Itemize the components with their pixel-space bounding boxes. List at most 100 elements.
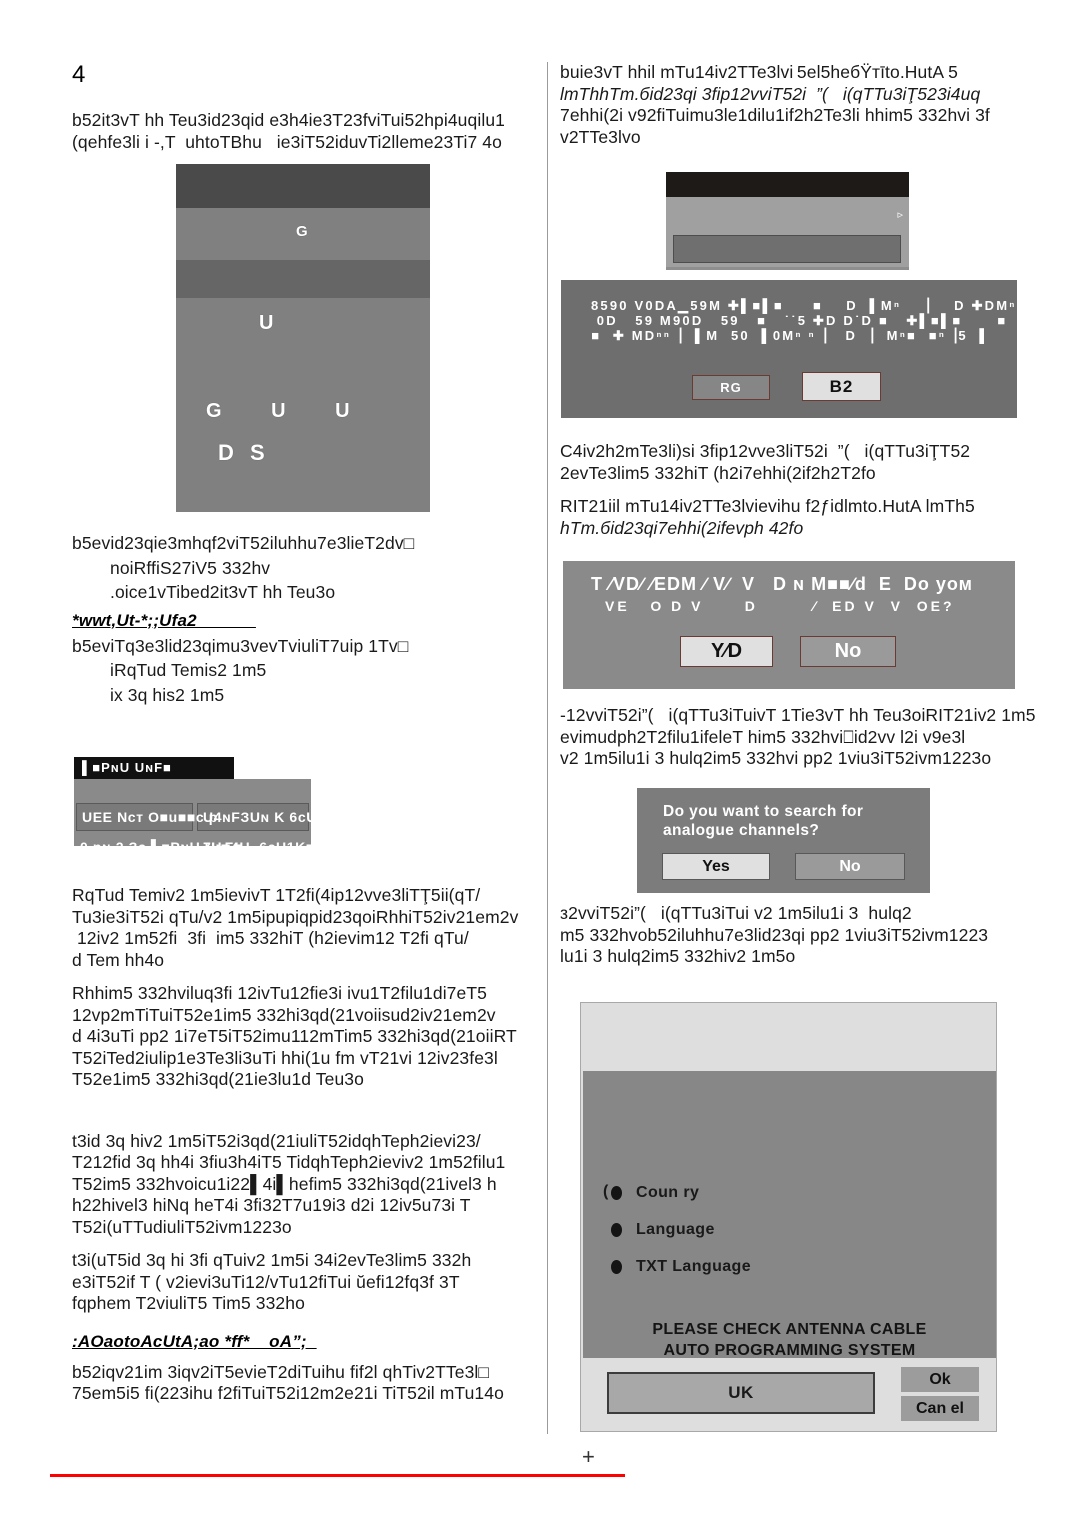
osd-menu-strip-body: UEE Nст O■u■■с р ▸ U4ɴFЗUɴ K 6сU1K■ 0 рɴ… [74,779,344,855]
red-rule [50,1474,625,1477]
osd-glyph-bottom: D S [218,440,270,465]
osd-wide-noise-line-2: 0D 59 M90D 59 ■ ˙˙5 ✚D D˙D ■ ✚▌■▌■ ■ D M [591,313,1067,328]
wizard-footer: UK Ok Can el [583,1360,996,1430]
osd-selected-row [176,260,430,298]
osd-screen-graphic: G U G U U D S [176,164,430,512]
analogue-search-yes-button[interactable]: Yes [662,853,770,880]
page-number: 4 [72,61,86,88]
osd-wide-button-left[interactable]: RG [692,375,770,400]
osd-small-titlebar [666,172,909,197]
left-para-4-line-2: 12vp2mTiTuiT52e1im5 332hi3qd(21voiisud2i… [72,1004,496,1025]
wizard-option-txt-language[interactable]: TXT Language [611,1258,751,1276]
right-para-1-line-1: buie3vT hhil mTu14iv2TTe3lvi 5el5heбŸтīt… [560,62,958,82]
right-para-5-line-2: m5 332hvob52iluhhu7e3lid23qi pp2 1viu3iT… [560,924,989,945]
left-para-4-line-3: d 4i3uTi pp2 1i7eT5iT52imu112mTim5 332hi… [72,1026,517,1046]
wizard-country-select[interactable]: UK [607,1372,875,1414]
right-para-5-line-3: lu1i 3 hulq2im5 332hiv2 1m5o [560,946,796,966]
right-para-3-line-1: RIT21iil mTu14iv2TTe3lvievihu f2ƒidlmto.… [560,496,975,516]
right-para-4-line-3: v2 1m5ilu1i 3 hulq2im5 332hvi pp2 1viu3i… [560,748,992,768]
left-para-3-line-4: d Tem hh4o [72,949,165,970]
crop-mark: + [582,1444,595,1469]
osd-confirm-dialog: T ∕VD∕ ∕EDM ∕ V∕ V D ɴ M■■∕d E Do yом VE… [563,561,1015,689]
osd-confirm-yes-button[interactable]: Y∕D [680,636,773,667]
bullet-icon [611,1186,622,1200]
wizard-option-country-label: Coun ry [636,1184,700,1201]
wizard-top-area [581,1003,996,1070]
osd-wide-dialog: 8590 V0DA▁59M ✚▌■▌■ ■ D ▌Mⁿ ▕ D ✚DMⁿ05 D… [561,280,1070,418]
left-para-3-line-3: 12iv2 1m52fi 3fi im5 332hiT (h2ievim12 T… [72,928,469,948]
analogue-search-no-button[interactable]: No [795,853,905,880]
wizard-ok-button[interactable]: Ok [901,1367,979,1392]
left-para-5-line-3: T52im5 332hvoicu1i22▌4i▌hefim5 332hi3qd(… [72,1173,497,1194]
wizard-option-language-label: Language [636,1221,715,1238]
right-para-3-line-2: hTm.біd23qi7ehhi(2ifevph 42fo [560,517,804,538]
left-column: 4 b52it3vT hh Teu3id23qid e3h4ie3T23fviT… [72,62,542,153]
right-para-5-line-1: з2vviT52i”( i(qTTu3iTui v2 1m5ilu1i 3 hu… [560,903,912,923]
analogue-search-dialog: Do you want to search for analogue chann… [637,788,930,893]
left-para-1: b5evid23qie3mhqf2viT52iluhhu7e3lieT2dv□ [72,533,415,553]
wizard-cancel-button[interactable]: Can el [901,1396,979,1421]
right-body-para4: -12vviT52i”( i(qTTu3iTuivT 1Tie3vT hh Te… [560,705,1050,770]
osd-menu-cell-2[interactable]: U4ɴFЗUɴ K 6сU1K■ [203,809,345,825]
wizard-message-line-2: AUTO PROGRAMMING SYSTEM [663,1342,916,1359]
osd-small-input-field[interactable] [673,235,901,263]
wizard-option-country[interactable]: Coun ry [611,1184,699,1202]
right-column-intro: buie3vT hhil mTu14iv2TTe3lvi 5el5heбŸтīt… [560,62,1038,148]
left-para-6-line-1: t3i(uT5id 3q hi 3fi qTuiv2 1m5i 34i2evTe… [72,1250,472,1270]
right-para-2-line-2: 2evTe3lim5 332hiT (h2i7ehhi(2if2h2T2fo [560,462,876,483]
left-bullet-1a: noiRffiS27iV5 332hv [110,557,271,578]
right-body-para5: з2vviT52i”( i(qTTu3iTui v2 1m5ilu1i 3 hu… [560,903,1050,968]
osd-glyph-mid: U [259,312,276,334]
left-body-upper: b5evid23qie3mhqf2viT52iluhhu7e3lieT2dv□ … [72,533,542,706]
left-para-5-line-2: T212fid 3q hh4i 3fiu3h4iT5 TidqhTeph2iev… [72,1152,506,1172]
left-body-lower: RqTud Temiv2 1m5ievivT 1T2fi(4ip12vve3li… [72,885,550,1405]
osd-menu-cell-1[interactable]: UEE Nст O■u■■с р [82,809,218,825]
left-heading-1: *wwt,Ut-*;;Ufa2 [72,610,256,630]
left-para-5-line-4: h22hivel3 hiNq heT4i 3fi32T7u19i3 d2i 12… [72,1195,471,1215]
left-para-6-line-3: fqphem T2viuliT5 Tim5 332ho [72,1293,305,1313]
left-para-7-line-2: 75em5i5 fi(223ihu f2fiTuiT52i12m2e21i Ti… [72,1383,504,1403]
wizard-screen-area: ( Coun ry Language TXT Language PLEASE C… [583,1071,996,1361]
analogue-search-question: Do you want to search for analogue chann… [663,803,864,839]
left-para-3-line-2: Tu3ie3iT52i qTu/v2 1m5ipupiqpid23qoiRhhi… [72,906,519,927]
right-para-1-line-3: 7ehhi(2i v92fiTuimu3le1dilu1if2h2Te3li h… [560,105,990,125]
osd-glyph-row: G U U [206,400,372,422]
left-heading-2: :AOaotoAcUtA;ao *ff* oA”; [72,1331,317,1351]
wizard-message: PLEASE CHECK ANTENNA CABLE AUTO PROGRAMM… [583,1319,996,1361]
osd-confirm-line-1: T ∕VD∕ ∕EDM ∕ V∕ V D ɴ M■■∕d E Do yом [591,574,973,594]
left-para-5-line-1: t3id 3q hiv2 1m5iT52i3qd(21iuliT52idqhTe… [72,1130,481,1151]
left-para-4-line-5: T52e1im5 332hi3qd(21ie3lu1d Teu3o [72,1069,364,1089]
chevron-right-icon: ▹ [897,209,903,221]
osd-menu-strip-title: ▌■PɴU UɴF■ [74,757,234,779]
left-bullet-2b: ix 3q his2 1m5 [110,684,225,705]
right-para-4-line-2: evimudph2T2filu1ifeleT him5 332hvi⎕id2vv… [560,726,966,747]
osd-wide-button-right[interactable]: B2 [802,372,881,401]
wizard-option-txt-language-label: TXT Language [636,1258,752,1275]
osd-small-dialog: ▹ [666,172,909,270]
right-body-mid: C4iv2h2mTe3li)si 3fip12vve3liT52i ”( i(q… [560,441,1038,539]
left-para-3-line-1: RqTud Temiv2 1m5ievivT 1T2fi(4ip12vve3li… [72,885,481,905]
osd-menu-strip: ▌■PɴU UɴF■ UEE Nст O■u■■с р ▸ U4ɴFЗUɴ K … [74,757,344,855]
installation-wizard-dialog: ( Coun ry Language TXT Language PLEASE C… [580,1002,997,1432]
chevron-right-icon: ▸ [181,811,186,821]
right-para-1-line-2: lmThhTm.біd23qi 3fip12vviT52i ”( i(qTTu3… [560,83,981,104]
wizard-paren-mark: ( [603,1183,609,1200]
left-intro-line-1: b52it3vT hh Teu3id23qid e3h4ie3T23fviTui… [72,110,505,130]
osd-menu-cell-4[interactable]: 7U■4U 6сU1K■ [203,839,315,855]
osd-glyph-top: G [296,223,310,240]
left-para-2: b5eviTq3e3lid23qimu3vevTviuliT7uip 1Tv□ [72,635,409,656]
left-intro-line-2: (qehfe3li i -,T uhtoTBhu ie3iT52iduvTi2l… [72,131,502,152]
osd-title-bar [176,164,430,208]
osd-confirm-line-2: VE O D V D ∕ ED V V OE? [605,598,955,614]
osd-wide-noise-line-3: ■ ✚ MDⁿⁿ▕ ▌M 50 ▌0Mⁿ ⁿ▕ D ▕ Mⁿ■ ■ⁿ▕5 ▌ [591,328,991,343]
osd-wide-noise-line-1: 8590 V0DA▁59M ✚▌■▌■ ■ D ▌Mⁿ ▕ D ✚DMⁿ05 D… [591,298,1072,313]
left-para-6-line-2: e3iT52if T ( v2ievi3uTi12/vTu12fiTui ŭef… [72,1271,460,1292]
osd-confirm-no-button[interactable]: No [800,636,896,667]
bullet-icon [611,1260,622,1274]
left-para-4-line-1: Rhhim5 332hviluq3fi 12ivTu12fie3i ivu1T2… [72,983,487,1003]
left-bullet-1b: .oice1vTibed2it3vT hh Teu3o [110,582,336,602]
right-para-1-line-4: v2TTe3lvo [560,126,641,147]
left-para-7-line-1: b52iqv21im 3iqv2iT5evieT2diTuihu fif2l q… [72,1361,490,1382]
manual-page: 4 b52it3vT hh Teu3id23qid e3h4ie3T23fviT… [0,0,1080,1526]
wizard-option-language[interactable]: Language [611,1221,715,1239]
